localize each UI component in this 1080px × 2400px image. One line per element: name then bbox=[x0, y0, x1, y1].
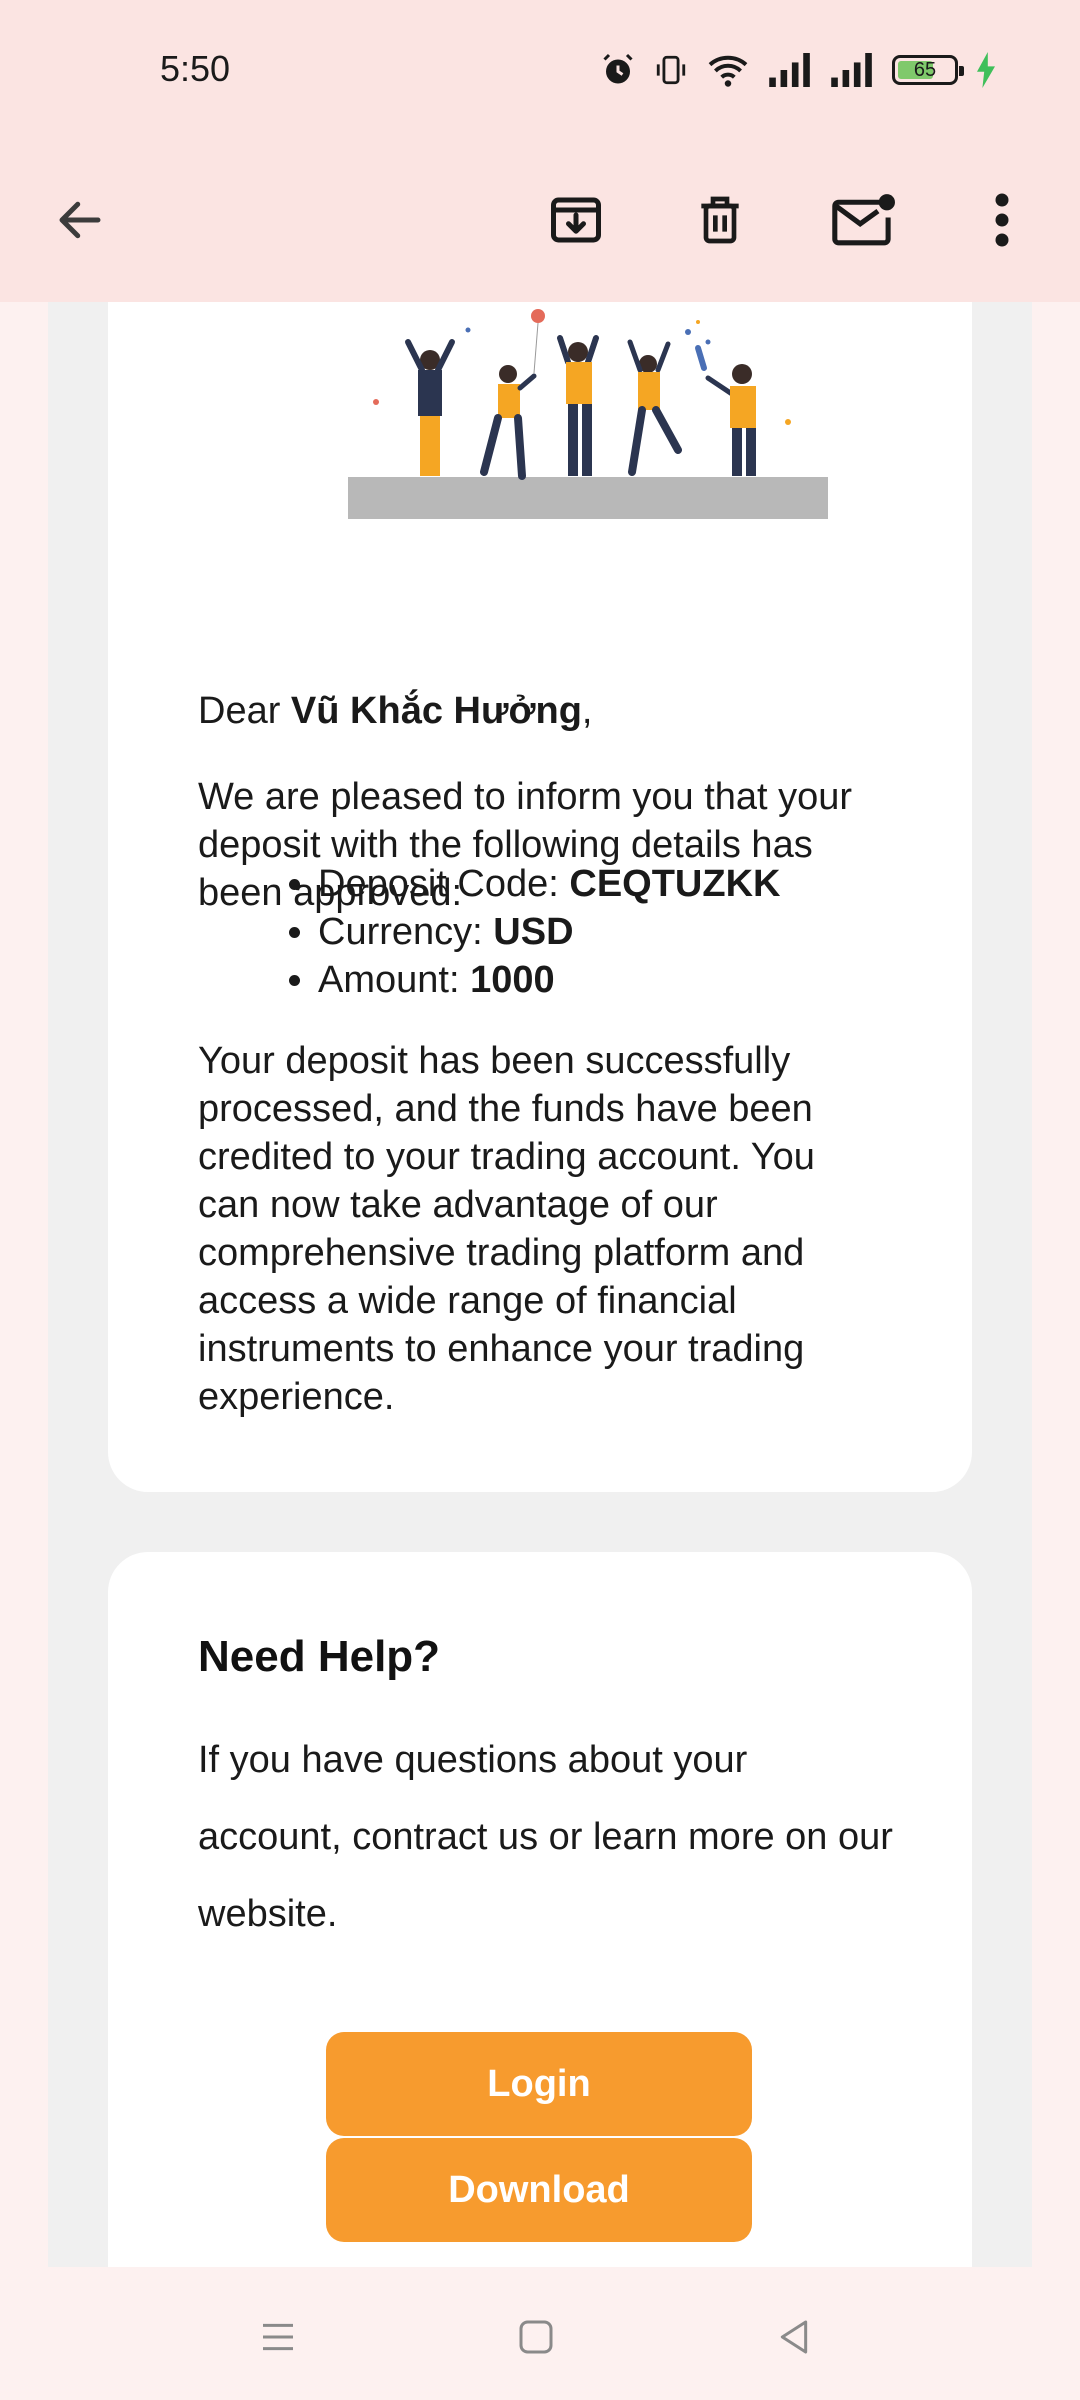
charging-icon bbox=[976, 52, 996, 88]
list-item: Deposit Code: CEQTUZKK bbox=[318, 860, 780, 908]
alarm-icon bbox=[600, 52, 636, 88]
status-bar: 5:50 65 bbox=[0, 0, 1080, 140]
archive-icon bbox=[551, 197, 601, 243]
detail-label: Amount: bbox=[318, 959, 471, 1001]
amount: 1000 bbox=[470, 959, 555, 1001]
vibrate-icon bbox=[654, 52, 688, 88]
recents-button[interactable] bbox=[238, 2297, 318, 2377]
greeting-prefix: Dear bbox=[198, 690, 291, 732]
triangle-back-icon bbox=[780, 2320, 808, 2354]
battery-cap bbox=[959, 66, 964, 76]
wifi-icon bbox=[706, 52, 750, 88]
more-options-button[interactable] bbox=[952, 170, 1052, 270]
celebration-illustration bbox=[348, 309, 828, 519]
battery-level: 65 bbox=[913, 59, 937, 81]
help-card: Need Help? If you have questions about y… bbox=[108, 1552, 972, 2267]
square-home-icon bbox=[519, 2320, 553, 2354]
greeting: Dear Vũ Khắc Hưởng, bbox=[198, 687, 878, 735]
nav-back-button[interactable] bbox=[754, 2297, 834, 2377]
signal-icon bbox=[768, 53, 812, 87]
download-button[interactable]: Download bbox=[326, 2138, 752, 2242]
body-paragraph: Your deposit has been successfully proce… bbox=[198, 1040, 815, 1418]
email-toolbar bbox=[0, 140, 1080, 302]
deposit-details-list: Deposit Code: CEQTUZKK Currency: USD Amo… bbox=[198, 860, 780, 1004]
list-item: Currency: USD bbox=[318, 908, 780, 956]
screen: 5:50 65 Dear Vũ Khắc Hưởng, We are pleas… bbox=[0, 0, 1080, 2400]
greeting-suffix: , bbox=[581, 690, 593, 732]
mark-unread-button[interactable] bbox=[814, 170, 914, 270]
list-item: Amount: 1000 bbox=[318, 956, 780, 1004]
deposit-card: Dear Vũ Khắc Hưởng, We are pleased to in… bbox=[108, 302, 972, 1492]
arrow-left-icon bbox=[59, 201, 101, 239]
detail-label: Deposit Code: bbox=[318, 863, 570, 905]
battery-icon: 65 bbox=[892, 55, 964, 85]
archive-button[interactable] bbox=[526, 170, 626, 270]
navigation-bar bbox=[0, 2267, 1080, 2400]
back-button[interactable] bbox=[30, 170, 130, 270]
mail-unread-icon bbox=[832, 194, 895, 246]
help-text: If you have questions about your account… bbox=[198, 1739, 893, 1935]
home-button[interactable] bbox=[496, 2297, 576, 2377]
delete-button[interactable] bbox=[670, 170, 770, 270]
recipient-name: Vũ Khắc Hưởng bbox=[290, 690, 582, 732]
deposit-code: CEQTUZKK bbox=[569, 863, 781, 905]
detail-label: Currency: bbox=[318, 911, 494, 953]
currency: USD bbox=[493, 911, 574, 953]
login-button[interactable]: Login bbox=[326, 2032, 752, 2136]
menu-lines-icon bbox=[263, 2323, 293, 2351]
email-body: Dear Vũ Khắc Hưởng, We are pleased to in… bbox=[48, 302, 1032, 2267]
signal-icon bbox=[830, 53, 874, 87]
more-vert-icon bbox=[995, 193, 1009, 247]
status-icons: 65 bbox=[600, 48, 996, 92]
help-title: Need Help? bbox=[198, 1632, 441, 1681]
status-time: 5:50 bbox=[160, 48, 231, 89]
trash-icon bbox=[701, 196, 739, 244]
